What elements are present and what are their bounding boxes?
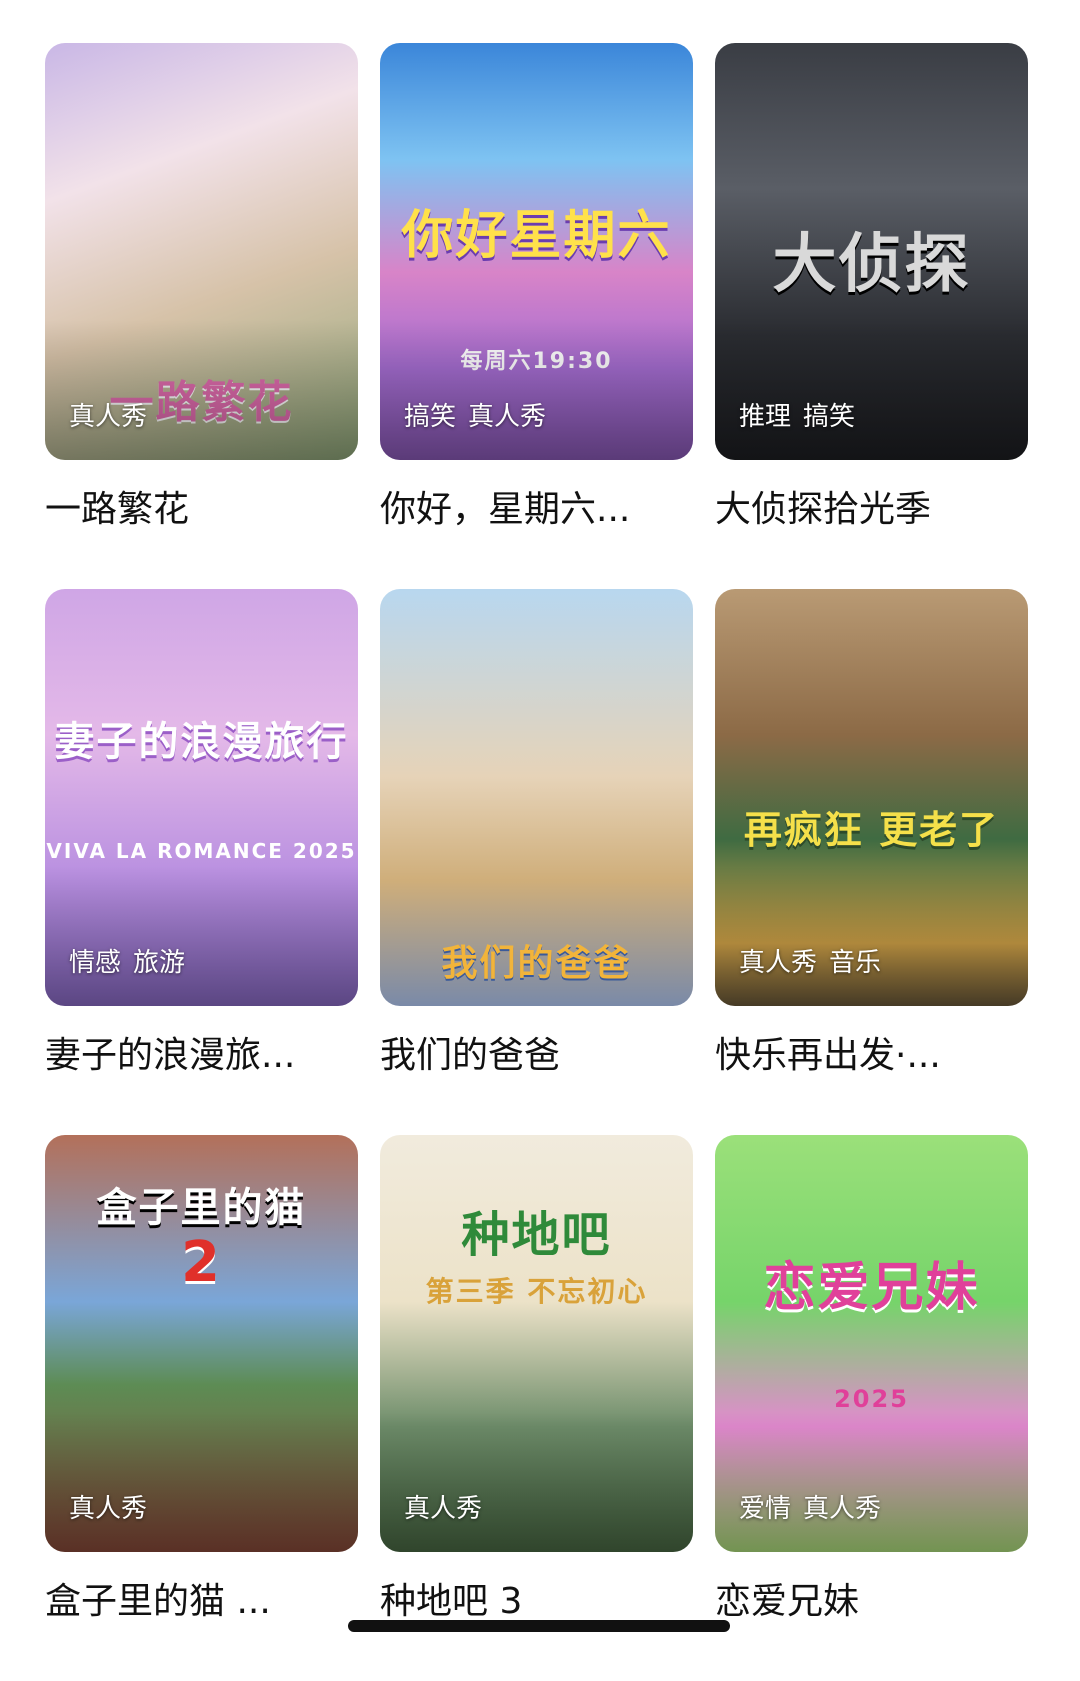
genre-tags: 真人秀 音乐 [739, 948, 881, 978]
genre-tag: 搞笑 [404, 402, 457, 432]
show-card[interactable]: 恋爱兄妹 2025 爱情 真人秀 恋爱兄妹 [715, 1135, 1028, 1681]
genre-tag: 真人秀 [468, 402, 547, 432]
show-poster[interactable]: 妻子的浪漫旅行 VIVA LA ROMANCE 2025 情感 旅游 [45, 589, 358, 1006]
show-title[interactable]: 妻子的浪漫旅... [45, 1034, 358, 1078]
genre-tag: 搞笑 [803, 402, 856, 432]
genre-tag: 真人秀 [739, 948, 818, 978]
show-title[interactable]: 恋爱兄妹 [715, 1580, 1028, 1624]
genre-tag: 情感 [69, 948, 122, 978]
genre-tag: 真人秀 [404, 1494, 483, 1524]
show-card[interactable]: 你好星期六 每周六19:30 搞笑真人秀 你好，星期六... [380, 43, 693, 589]
genre-tags: 情感 旅游 [69, 948, 185, 978]
variety-show-grid: 一路繁花 真人秀 一路繁花 你好星期六 每周六19:30 搞笑真人秀 你好，星期… [45, 43, 1035, 1681]
genre-tags: 搞笑 真人秀 [404, 402, 546, 432]
genre-tag: 推理 [739, 402, 792, 432]
show-title[interactable]: 一路繁花 [45, 488, 358, 532]
show-card[interactable]: 盒子里的猫 2 真人秀 盒子里的猫 ... [45, 1135, 358, 1681]
genre-tag: 真人秀 [69, 402, 148, 432]
show-poster[interactable]: 再疯狂 更老了 真人秀 音乐 [715, 589, 1028, 1006]
genre-tag: 音乐 [829, 948, 882, 978]
home-indicator[interactable] [348, 1620, 730, 1632]
show-title[interactable]: 你好，星期六... [380, 488, 693, 532]
show-title[interactable]: 快乐再出发·... [715, 1034, 1028, 1078]
show-card[interactable]: 种地吧 第三季 不忘初心 真人秀 种地吧 3 [380, 1135, 693, 1681]
genre-tag: 旅游 [133, 948, 186, 978]
show-poster[interactable]: 恋爱兄妹 2025 爱情 真人秀 [715, 1135, 1028, 1552]
show-poster[interactable]: 你好星期六 每周六19:30 搞笑真人秀 [380, 43, 693, 460]
show-title[interactable]: 种地吧 3 [380, 1580, 693, 1624]
show-title[interactable]: 盒子里的猫 ... [45, 1580, 358, 1624]
genre-tags: 真人秀 [69, 402, 147, 432]
show-card[interactable]: 我们的爸爸 我们的爸爸 [380, 589, 693, 1135]
genre-tags: 真人秀 [69, 1494, 147, 1524]
show-poster[interactable]: 我们的爸爸 [380, 589, 693, 1006]
show-poster[interactable]: 种地吧 第三季 不忘初心 真人秀 [380, 1135, 693, 1552]
show-card[interactable]: 妻子的浪漫旅行 VIVA LA ROMANCE 2025 情感 旅游 妻子的浪漫旅… [45, 589, 358, 1135]
show-poster[interactable]: 一路繁花 真人秀 [45, 43, 358, 460]
show-card[interactable]: 再疯狂 更老了 真人秀 音乐 快乐再出发·... [715, 589, 1028, 1135]
genre-tag: 真人秀 [803, 1494, 882, 1524]
show-title[interactable]: 大侦探拾光季 [715, 488, 1028, 532]
show-card[interactable]: 大侦探 推理 搞笑 大侦探拾光季 [715, 43, 1028, 589]
show-poster[interactable]: 盒子里的猫 2 真人秀 [45, 1135, 358, 1552]
genre-tag: 爱情 [739, 1494, 792, 1524]
genre-tags: 爱情 真人秀 [739, 1494, 881, 1524]
show-title[interactable]: 我们的爸爸 [380, 1034, 693, 1078]
genre-tags: 推理 搞笑 [739, 402, 855, 432]
genre-tag: 真人秀 [69, 1494, 148, 1524]
show-poster[interactable]: 大侦探 推理 搞笑 [715, 43, 1028, 460]
show-card[interactable]: 一路繁花 真人秀 一路繁花 [45, 43, 358, 589]
genre-tags: 真人秀 [404, 1494, 482, 1524]
